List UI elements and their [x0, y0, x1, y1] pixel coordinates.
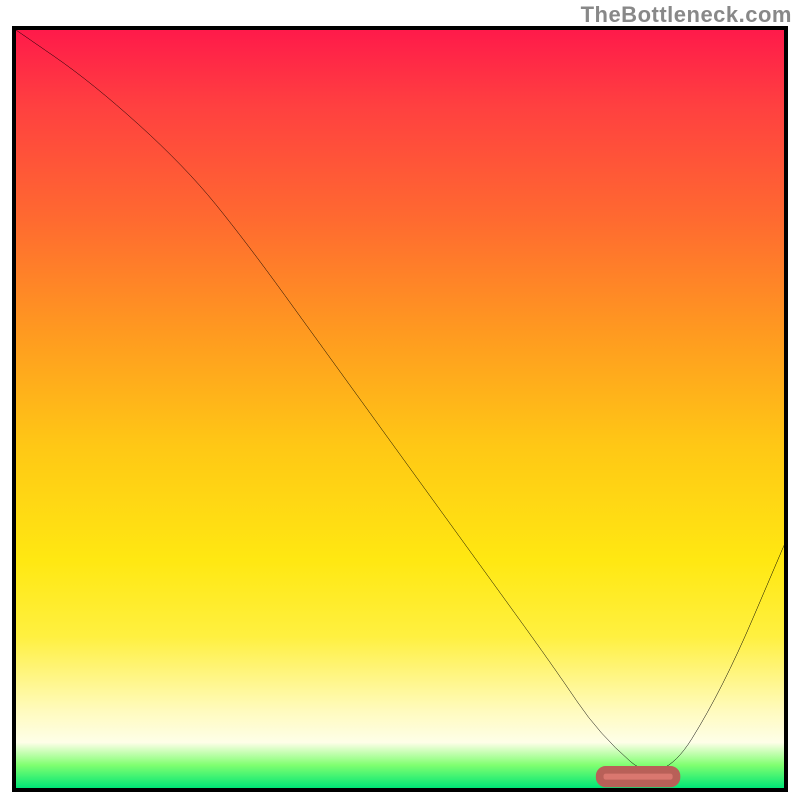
bottleneck-curve	[16, 30, 784, 771]
optimal-range-marker	[600, 770, 677, 784]
chart-container: TheBottleneck.com	[0, 0, 800, 800]
watermark-text: TheBottleneck.com	[581, 2, 792, 28]
plot-frame	[12, 26, 788, 792]
curve-layer	[16, 30, 784, 788]
